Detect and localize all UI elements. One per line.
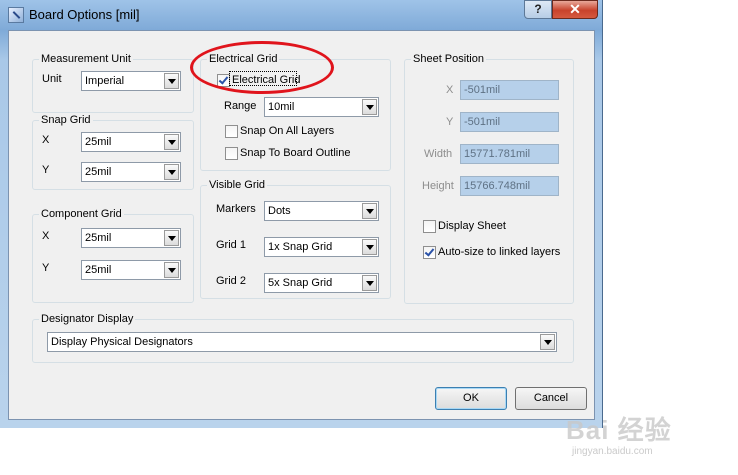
chevron-down-icon[interactable] [164, 164, 179, 180]
visible-grid-group: Visible Grid Markers Dots Grid 1 1x Snap… [200, 179, 391, 299]
watermark-url: jingyan.baidu.com [572, 446, 653, 457]
designator-display-select[interactable]: Display Physical Designators [47, 332, 557, 352]
measurement-unit-legend: Measurement Unit [39, 53, 133, 66]
markers-select[interactable]: Dots [264, 201, 379, 221]
grid1-label: Grid 1 [216, 239, 246, 251]
sheet-y-field: -501mil [460, 112, 559, 132]
chevron-down-icon[interactable] [164, 134, 179, 150]
unit-label: Unit [42, 73, 62, 85]
sheet-height-field: 15766.748mil [460, 176, 559, 196]
unit-select[interactable]: Imperial [81, 71, 181, 91]
baidu-watermark: Bai 经验 jingyan.baidu.com [566, 410, 738, 460]
unit-select-value: Imperial [85, 75, 125, 87]
component-grid-legend: Component Grid [39, 208, 124, 221]
component-grid-y-select[interactable]: 25mil [81, 260, 181, 280]
snap-on-all-layers-label[interactable]: Snap On All Layers [240, 125, 334, 138]
chevron-down-icon[interactable] [362, 239, 377, 255]
watermark-logo-text: Bai 经验 [566, 415, 672, 445]
display-sheet-checkbox[interactable] [423, 220, 436, 233]
snap-grid-x-select[interactable]: 25mil [81, 132, 181, 152]
sheet-width-label: Width [424, 148, 453, 160]
snap-grid-y-label: Y [42, 164, 50, 176]
component-grid-group: Component Grid X 25mil Y 25mil [32, 208, 194, 303]
range-select[interactable]: 10mil [264, 97, 379, 117]
cancel-button[interactable]: Cancel [515, 387, 587, 410]
measurement-unit-group: Measurement Unit Unit Imperial [32, 53, 194, 113]
sheet-x-value: -501mil [464, 84, 501, 96]
app-icon [8, 7, 24, 23]
snap-grid-y-select[interactable]: 25mil [81, 162, 181, 182]
range-label: Range [224, 100, 257, 112]
snap-grid-group: Snap Grid X 25mil Y 25mil [32, 114, 194, 190]
chevron-down-icon[interactable] [362, 203, 377, 219]
grid2-select[interactable]: 5x Snap Grid [264, 273, 379, 293]
window-title: Board Options [mil] [29, 7, 140, 22]
snap-grid-y-value: 25mil [85, 166, 112, 178]
sheet-width-field: 15771.781mil [460, 144, 559, 164]
grid2-label: Grid 2 [216, 275, 246, 287]
snap-to-board-outline-checkbox[interactable] [225, 147, 238, 160]
sheet-position-group: Sheet Position X -501mil Y -501mil Width… [404, 53, 574, 304]
snap-on-all-layers-checkbox[interactable] [225, 125, 238, 138]
sheet-width-value: 15771.781mil [464, 148, 531, 160]
display-sheet-label[interactable]: Display Sheet [438, 220, 506, 233]
chevron-down-icon[interactable] [362, 275, 377, 291]
grid1-select[interactable]: 1x Snap Grid [264, 237, 379, 257]
markers-label: Markers [216, 203, 256, 215]
auto-size-label[interactable]: Auto-size to linked layers [438, 246, 560, 259]
sheet-position-legend: Sheet Position [411, 53, 486, 66]
sheet-x-label: X [446, 84, 454, 96]
sheet-y-label: Y [446, 116, 454, 128]
snap-grid-x-label: X [42, 134, 50, 146]
title-bar[interactable]: Board Options [mil] ? ✕ [0, 0, 603, 30]
component-grid-x-select[interactable]: 25mil [81, 228, 181, 248]
help-button[interactable]: ? [524, 0, 552, 19]
designator-display-value: Display Physical Designators [51, 336, 193, 348]
grid1-select-value: 1x Snap Grid [268, 241, 333, 253]
snap-grid-legend: Snap Grid [39, 114, 93, 127]
close-button[interactable]: ✕ [552, 0, 598, 19]
component-grid-x-value: 25mil [85, 232, 112, 244]
range-select-value: 10mil [268, 101, 295, 113]
sheet-y-value: -501mil [464, 116, 501, 128]
chevron-down-icon[interactable] [164, 230, 179, 246]
component-grid-x-label: X [42, 230, 50, 242]
component-grid-y-value: 25mil [85, 264, 112, 276]
annotation-circle [190, 41, 334, 94]
sheet-x-field: -501mil [460, 80, 559, 100]
visible-grid-legend: Visible Grid [207, 179, 268, 192]
designator-display-group: Designator Display Display Physical Desi… [32, 313, 574, 363]
auto-size-checkbox[interactable] [423, 246, 436, 259]
chevron-down-icon[interactable] [164, 73, 179, 89]
chevron-down-icon[interactable] [540, 334, 555, 350]
sheet-height-value: 15766.748mil [464, 180, 531, 192]
chevron-down-icon[interactable] [362, 99, 377, 115]
chevron-down-icon[interactable] [164, 262, 179, 278]
snap-grid-x-value: 25mil [85, 136, 112, 148]
markers-select-value: Dots [268, 205, 291, 217]
designator-display-legend: Designator Display [39, 313, 136, 326]
sheet-height-label: Height [422, 180, 454, 192]
component-grid-y-label: Y [42, 262, 50, 274]
grid2-select-value: 5x Snap Grid [268, 277, 333, 289]
ok-button[interactable]: OK [435, 387, 507, 410]
snap-to-board-outline-label[interactable]: Snap To Board Outline [240, 147, 350, 160]
